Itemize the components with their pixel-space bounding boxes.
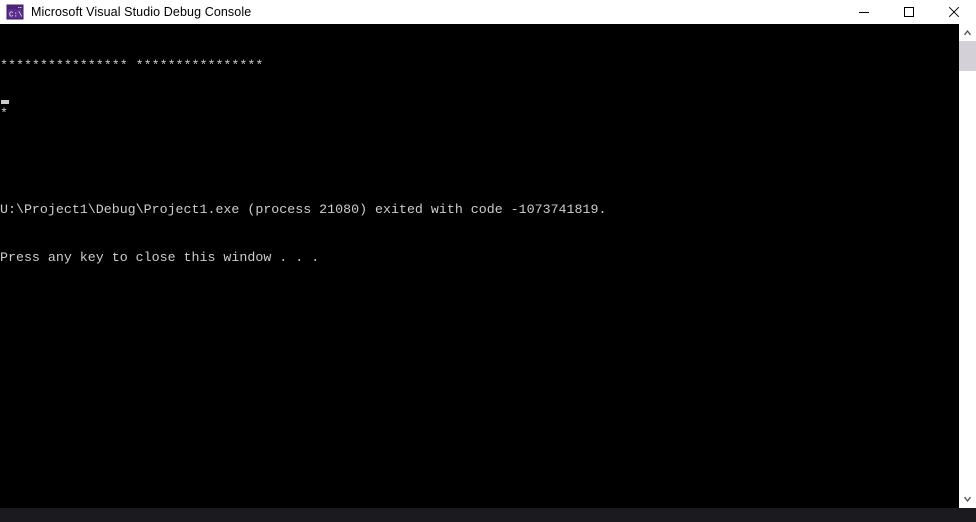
console-cmd-icon: C:\	[6, 4, 24, 20]
close-button[interactable]	[931, 0, 976, 24]
title-bar[interactable]: C:\ Microsoft Visual Studio Debug Consol…	[0, 0, 976, 24]
window-title: Microsoft Visual Studio Debug Console	[31, 5, 252, 19]
scroll-up-arrow-icon[interactable]	[959, 24, 976, 41]
text-cursor	[1, 100, 9, 104]
scroll-down-arrow-icon[interactable]	[959, 491, 976, 508]
console-line-1: *	[0, 106, 8, 121]
console-line-4: Press any key to close this window . . .	[0, 250, 320, 265]
vertical-scrollbar[interactable]	[958, 24, 976, 508]
console-area[interactable]: **************** **************** * U:\P…	[0, 24, 976, 508]
title-bar-left: C:\ Microsoft Visual Studio Debug Consol…	[0, 4, 841, 20]
window-controls	[841, 0, 976, 24]
console-line-0: **************** ****************	[0, 58, 264, 73]
scrollbar-thumb[interactable]	[959, 41, 976, 71]
minimize-button[interactable]	[841, 0, 886, 24]
console-line-3: U:\Project1\Debug\Project1.exe (process …	[0, 202, 607, 217]
bottom-strip	[0, 508, 976, 522]
console-line-2	[0, 154, 958, 170]
console-output[interactable]: **************** **************** * U:\P…	[0, 24, 958, 508]
scrollbar-track[interactable]	[959, 41, 976, 491]
svg-text:C:\: C:\	[9, 12, 23, 20]
maximize-button[interactable]	[886, 0, 931, 24]
debug-console-window: C:\ Microsoft Visual Studio Debug Consol…	[0, 0, 976, 522]
